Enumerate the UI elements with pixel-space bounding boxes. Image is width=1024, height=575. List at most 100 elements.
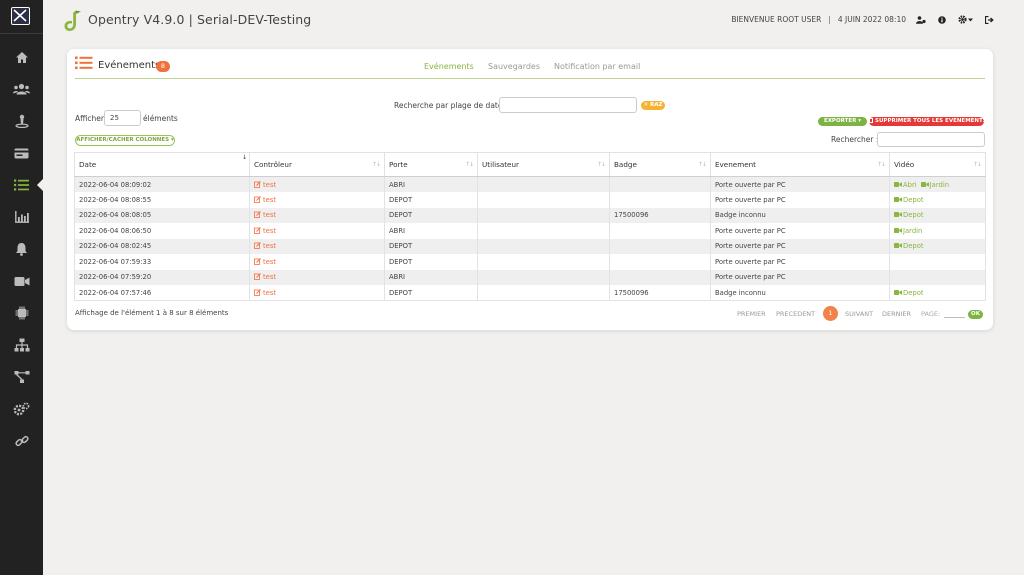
delete-all-events-button[interactable]: SUPPRIMER TOUS LES EVENEMENTS [869,117,987,126]
column-header-video[interactable]: Vidéo ↑↓ [889,152,986,177]
column-header-event[interactable]: Evenement ↑↓ [710,152,890,177]
tab-events[interactable]: Evénements [424,62,474,71]
cell-event: Porte ouverte par PC [710,238,890,254]
column-header-badge[interactable]: Badge ↑↓ [609,152,711,177]
cell-video [889,269,986,285]
sidebar-item-cameras[interactable] [0,266,43,296]
controller-link[interactable]: test [254,181,276,189]
video-link-label: Depot [903,195,924,204]
sidebar-item-links[interactable] [0,426,43,456]
tab-backups[interactable]: Sauvegardes [488,62,540,71]
sidebar-item-home[interactable] [0,42,43,72]
sidebar-item-users[interactable] [0,74,43,104]
sidebar-item-alarms[interactable] [0,234,43,264]
cell-date: 2022-06-04 08:09:02 [74,176,250,192]
cell-user [477,176,610,192]
card-icon [14,148,29,158]
sort-icon: ↑↓ [697,161,707,168]
caret-down-icon [968,18,973,21]
video-camera-icon [894,227,902,233]
table-search-input[interactable] [877,132,985,147]
video-link[interactable]: Depot [894,242,924,250]
sidebar-item-events[interactable] [0,170,44,200]
date-range-label: Recherche par plage de date [394,101,503,110]
cell-controller: test [249,207,385,223]
video-link[interactable]: Jardin [920,180,950,189]
page-jump-label: PAGE: [921,310,941,318]
cell-controller: test [249,176,385,192]
video-link[interactable]: Jardin [894,227,922,235]
cell-door: DEPOT [384,207,478,223]
video-link-label: Abri [903,180,917,189]
settings-icon [13,402,30,416]
cell-event: Porte ouverte par PC [710,176,890,192]
app-logo-icon[interactable] [11,7,30,25]
controller-link[interactable]: test [254,196,276,204]
edit-icon [254,242,261,250]
cell-door: DEPOT [384,238,478,254]
network-icon [14,338,29,352]
current-date: 4 JUIN 2022 08:10 [837,15,906,24]
sidebar-item-access[interactable] [0,106,43,136]
column-header-user[interactable]: Utilisateur ↑↓ [477,152,610,177]
user-settings-button[interactable] [916,15,926,24]
controller-link[interactable]: test [254,258,276,266]
sidebar-item-topology[interactable] [0,362,43,392]
settings-menu-button[interactable] [958,15,973,24]
edit-icon [254,195,261,203]
page-title: Evénements [98,60,161,71]
pagination-next[interactable]: SUIVANT [845,310,873,318]
user-cog-icon [916,15,926,24]
cell-controller: test [249,223,385,239]
logout-button[interactable] [985,15,994,24]
controller-link[interactable]: test [254,227,276,235]
cell-user [477,192,610,208]
sidebar-item-cards[interactable] [0,138,43,168]
cell-video [889,254,986,270]
show-entries-label: Afficher [75,114,104,123]
pagination-current-page[interactable]: 1 [823,306,838,321]
sidebar-divider [0,33,43,34]
video-link-label: Jardin [929,180,950,189]
video-link-label: Depot [903,288,924,297]
sidebar-item-controllers[interactable] [0,298,43,328]
column-header-date[interactable]: Date ↓ [74,152,250,177]
reset-date-button[interactable]: ✕ RAZ [641,101,665,110]
page-jump-ok-button[interactable]: OK [968,310,983,319]
info-button[interactable] [938,15,946,24]
cell-controller: test [249,192,385,208]
events-card: Evénements 8 Evénements Sauvegardes Noti… [67,49,993,330]
date-range-input[interactable] [499,97,637,113]
sidebar-item-settings[interactable] [0,394,43,424]
controller-link[interactable]: test [254,242,276,250]
pagination-previous[interactable]: PRECEDENT [776,310,815,318]
column-header-door[interactable]: Porte ↑↓ [384,152,478,177]
page-length-select[interactable] [104,110,141,126]
video-link[interactable]: Depot [894,211,924,219]
export-button[interactable]: EXPORTER ▾ [818,117,867,126]
video-camera-icon [894,196,902,202]
pagination-last[interactable]: DERNIER [882,310,911,318]
cell-badge: 17500096 [609,207,711,223]
show-entries-suffix: éléments [143,114,178,123]
controller-link[interactable]: test [254,273,276,281]
cell-video: Depot [889,207,986,223]
sidebar-item-network[interactable] [0,330,43,360]
column-header-controller[interactable]: Contrôleur ↑↓ [249,152,385,177]
video-link[interactable]: Depot [894,196,924,204]
sort-icon: ↑↓ [371,161,381,168]
controller-link[interactable]: test [254,211,276,219]
pagination-first[interactable]: PREMIER [737,310,766,318]
video-link[interactable]: Depot [894,289,924,297]
gear-icon [958,15,967,24]
sidebar-item-stats[interactable] [0,202,43,232]
controller-label: test [263,257,277,266]
controller-link[interactable]: test [254,289,276,297]
stats-icon [14,211,29,223]
toggle-columns-button[interactable]: AFFICHER/CACHER COLONNES ▾ [75,135,175,146]
tab-email-notifications[interactable]: Notification par email [554,62,640,71]
sort-icon: ↑↓ [876,161,886,168]
page-jump-input[interactable] [944,309,965,318]
video-link[interactable]: Abri [894,181,917,189]
sort-icon: ↑↓ [596,161,606,168]
